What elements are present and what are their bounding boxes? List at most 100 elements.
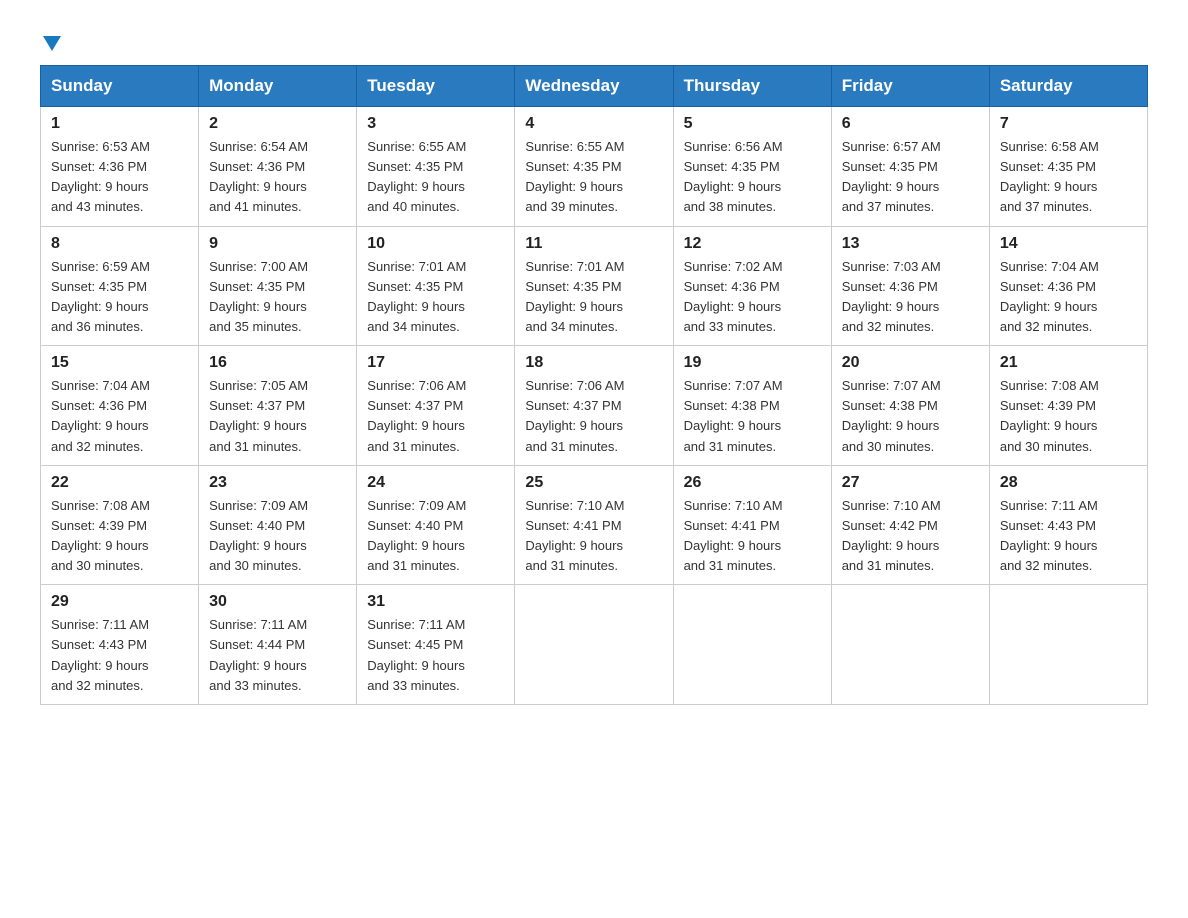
day-info: Sunrise: 7:01 AMSunset: 4:35 PMDaylight:… — [525, 257, 662, 338]
calendar-cell: 28 Sunrise: 7:11 AMSunset: 4:43 PMDaylig… — [989, 465, 1147, 585]
calendar-cell: 10 Sunrise: 7:01 AMSunset: 4:35 PMDaylig… — [357, 226, 515, 346]
calendar-week-row: 29 Sunrise: 7:11 AMSunset: 4:43 PMDaylig… — [41, 585, 1148, 705]
day-info: Sunrise: 7:10 AMSunset: 4:41 PMDaylight:… — [525, 496, 662, 577]
day-info: Sunrise: 7:05 AMSunset: 4:37 PMDaylight:… — [209, 376, 346, 457]
day-number: 4 — [525, 115, 662, 133]
day-number: 26 — [684, 474, 821, 492]
day-info: Sunrise: 6:57 AMSunset: 4:35 PMDaylight:… — [842, 137, 979, 218]
day-number: 27 — [842, 474, 979, 492]
day-number: 19 — [684, 354, 821, 372]
day-info: Sunrise: 7:09 AMSunset: 4:40 PMDaylight:… — [209, 496, 346, 577]
day-number: 2 — [209, 115, 346, 133]
day-number: 1 — [51, 115, 188, 133]
calendar-cell: 11 Sunrise: 7:01 AMSunset: 4:35 PMDaylig… — [515, 226, 673, 346]
day-info: Sunrise: 7:10 AMSunset: 4:42 PMDaylight:… — [842, 496, 979, 577]
calendar-cell: 24 Sunrise: 7:09 AMSunset: 4:40 PMDaylig… — [357, 465, 515, 585]
calendar-cell: 2 Sunrise: 6:54 AMSunset: 4:36 PMDayligh… — [199, 107, 357, 227]
calendar-cell: 19 Sunrise: 7:07 AMSunset: 4:38 PMDaylig… — [673, 346, 831, 466]
day-info: Sunrise: 7:04 AMSunset: 4:36 PMDaylight:… — [1000, 257, 1137, 338]
calendar-cell — [515, 585, 673, 705]
day-number: 6 — [842, 115, 979, 133]
weekday-header-tuesday: Tuesday — [357, 66, 515, 107]
calendar-cell: 18 Sunrise: 7:06 AMSunset: 4:37 PMDaylig… — [515, 346, 673, 466]
calendar-cell: 1 Sunrise: 6:53 AMSunset: 4:36 PMDayligh… — [41, 107, 199, 227]
calendar-cell: 15 Sunrise: 7:04 AMSunset: 4:36 PMDaylig… — [41, 346, 199, 466]
day-info: Sunrise: 6:59 AMSunset: 4:35 PMDaylight:… — [51, 257, 188, 338]
calendar-week-row: 1 Sunrise: 6:53 AMSunset: 4:36 PMDayligh… — [41, 107, 1148, 227]
day-info: Sunrise: 7:02 AMSunset: 4:36 PMDaylight:… — [684, 257, 821, 338]
weekday-header-thursday: Thursday — [673, 66, 831, 107]
day-info: Sunrise: 7:11 AMSunset: 4:43 PMDaylight:… — [51, 615, 188, 696]
day-info: Sunrise: 6:55 AMSunset: 4:35 PMDaylight:… — [525, 137, 662, 218]
day-number: 7 — [1000, 115, 1137, 133]
day-number: 22 — [51, 474, 188, 492]
calendar-cell: 16 Sunrise: 7:05 AMSunset: 4:37 PMDaylig… — [199, 346, 357, 466]
weekday-header-wednesday: Wednesday — [515, 66, 673, 107]
calendar-cell — [989, 585, 1147, 705]
weekday-header-monday: Monday — [199, 66, 357, 107]
calendar-header-row: SundayMondayTuesdayWednesdayThursdayFrid… — [41, 66, 1148, 107]
day-number: 15 — [51, 354, 188, 372]
day-number: 23 — [209, 474, 346, 492]
day-number: 16 — [209, 354, 346, 372]
day-info: Sunrise: 7:06 AMSunset: 4:37 PMDaylight:… — [367, 376, 504, 457]
calendar-cell: 5 Sunrise: 6:56 AMSunset: 4:35 PMDayligh… — [673, 107, 831, 227]
day-number: 28 — [1000, 474, 1137, 492]
calendar-cell: 29 Sunrise: 7:11 AMSunset: 4:43 PMDaylig… — [41, 585, 199, 705]
logo — [40, 30, 61, 45]
calendar-week-row: 22 Sunrise: 7:08 AMSunset: 4:39 PMDaylig… — [41, 465, 1148, 585]
day-info: Sunrise: 6:55 AMSunset: 4:35 PMDaylight:… — [367, 137, 504, 218]
calendar-cell: 13 Sunrise: 7:03 AMSunset: 4:36 PMDaylig… — [831, 226, 989, 346]
calendar-cell: 14 Sunrise: 7:04 AMSunset: 4:36 PMDaylig… — [989, 226, 1147, 346]
day-number: 5 — [684, 115, 821, 133]
calendar-cell: 12 Sunrise: 7:02 AMSunset: 4:36 PMDaylig… — [673, 226, 831, 346]
day-info: Sunrise: 7:00 AMSunset: 4:35 PMDaylight:… — [209, 257, 346, 338]
day-number: 11 — [525, 235, 662, 253]
day-number: 18 — [525, 354, 662, 372]
day-info: Sunrise: 6:58 AMSunset: 4:35 PMDaylight:… — [1000, 137, 1137, 218]
logo-triangle-icon — [43, 36, 61, 51]
calendar-cell: 31 Sunrise: 7:11 AMSunset: 4:45 PMDaylig… — [357, 585, 515, 705]
day-info: Sunrise: 6:56 AMSunset: 4:35 PMDaylight:… — [684, 137, 821, 218]
calendar-cell: 30 Sunrise: 7:11 AMSunset: 4:44 PMDaylig… — [199, 585, 357, 705]
day-number: 24 — [367, 474, 504, 492]
calendar-cell: 22 Sunrise: 7:08 AMSunset: 4:39 PMDaylig… — [41, 465, 199, 585]
day-info: Sunrise: 6:53 AMSunset: 4:36 PMDaylight:… — [51, 137, 188, 218]
day-number: 17 — [367, 354, 504, 372]
day-info: Sunrise: 7:04 AMSunset: 4:36 PMDaylight:… — [51, 376, 188, 457]
day-number: 29 — [51, 593, 188, 611]
calendar-cell — [831, 585, 989, 705]
day-number: 25 — [525, 474, 662, 492]
day-number: 31 — [367, 593, 504, 611]
calendar-cell — [673, 585, 831, 705]
day-info: Sunrise: 7:10 AMSunset: 4:41 PMDaylight:… — [684, 496, 821, 577]
weekday-header-saturday: Saturday — [989, 66, 1147, 107]
calendar-cell: 4 Sunrise: 6:55 AMSunset: 4:35 PMDayligh… — [515, 107, 673, 227]
day-info: Sunrise: 7:06 AMSunset: 4:37 PMDaylight:… — [525, 376, 662, 457]
day-number: 12 — [684, 235, 821, 253]
calendar-cell: 21 Sunrise: 7:08 AMSunset: 4:39 PMDaylig… — [989, 346, 1147, 466]
day-number: 21 — [1000, 354, 1137, 372]
weekday-header-friday: Friday — [831, 66, 989, 107]
calendar-cell: 25 Sunrise: 7:10 AMSunset: 4:41 PMDaylig… — [515, 465, 673, 585]
day-number: 13 — [842, 235, 979, 253]
calendar-cell: 8 Sunrise: 6:59 AMSunset: 4:35 PMDayligh… — [41, 226, 199, 346]
day-info: Sunrise: 7:08 AMSunset: 4:39 PMDaylight:… — [1000, 376, 1137, 457]
day-info: Sunrise: 7:11 AMSunset: 4:44 PMDaylight:… — [209, 615, 346, 696]
calendar-cell: 23 Sunrise: 7:09 AMSunset: 4:40 PMDaylig… — [199, 465, 357, 585]
day-info: Sunrise: 7:09 AMSunset: 4:40 PMDaylight:… — [367, 496, 504, 577]
day-info: Sunrise: 7:01 AMSunset: 4:35 PMDaylight:… — [367, 257, 504, 338]
calendar-cell: 3 Sunrise: 6:55 AMSunset: 4:35 PMDayligh… — [357, 107, 515, 227]
calendar-cell: 26 Sunrise: 7:10 AMSunset: 4:41 PMDaylig… — [673, 465, 831, 585]
day-number: 10 — [367, 235, 504, 253]
day-info: Sunrise: 7:08 AMSunset: 4:39 PMDaylight:… — [51, 496, 188, 577]
calendar-cell: 6 Sunrise: 6:57 AMSunset: 4:35 PMDayligh… — [831, 107, 989, 227]
calendar-cell: 9 Sunrise: 7:00 AMSunset: 4:35 PMDayligh… — [199, 226, 357, 346]
page-header — [40, 30, 1148, 45]
calendar-cell: 17 Sunrise: 7:06 AMSunset: 4:37 PMDaylig… — [357, 346, 515, 466]
day-info: Sunrise: 7:07 AMSunset: 4:38 PMDaylight:… — [842, 376, 979, 457]
weekday-header-sunday: Sunday — [41, 66, 199, 107]
calendar-cell: 7 Sunrise: 6:58 AMSunset: 4:35 PMDayligh… — [989, 107, 1147, 227]
calendar-week-row: 15 Sunrise: 7:04 AMSunset: 4:36 PMDaylig… — [41, 346, 1148, 466]
day-number: 9 — [209, 235, 346, 253]
